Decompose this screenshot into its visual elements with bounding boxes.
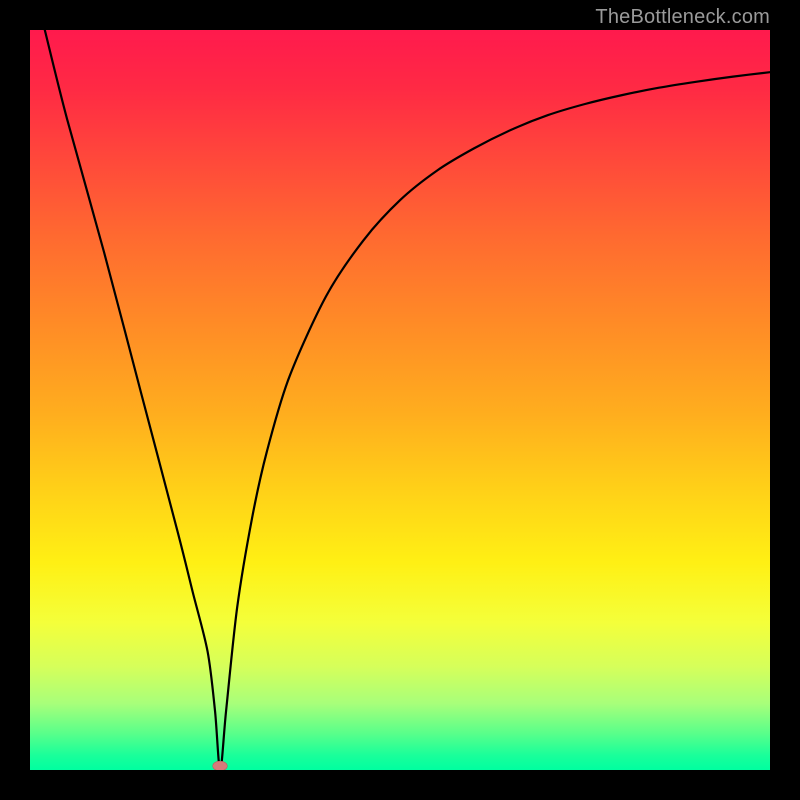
curve-svg — [30, 30, 770, 770]
plot-area — [30, 30, 770, 770]
chart-frame: TheBottleneck.com — [0, 0, 800, 800]
curve-path — [45, 30, 770, 770]
watermark-text: TheBottleneck.com — [595, 6, 770, 29]
minimum-marker — [213, 761, 228, 770]
